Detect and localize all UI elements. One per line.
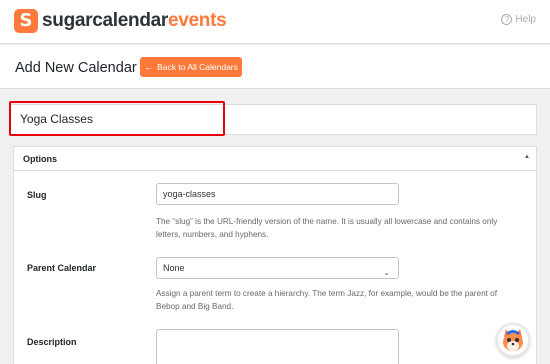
calendar-name-input[interactable]: Yoga Classes xyxy=(10,104,537,135)
top-bar: S sugarcalendarevents ? Help xyxy=(0,0,550,44)
brand-name-part2: events xyxy=(168,10,227,31)
logo-mark-letter: S xyxy=(19,10,33,31)
help-label: Help xyxy=(515,14,536,25)
question-circle-icon: ? xyxy=(501,14,513,25)
options-header[interactable]: Options ▲ xyxy=(14,147,536,171)
chevron-down-icon: ⌄ xyxy=(383,268,390,277)
parent-calendar-select[interactable]: None ⌄ xyxy=(156,257,399,279)
page-title: Add New Calendar xyxy=(15,60,137,76)
parent-calendar-selected: None xyxy=(163,263,185,273)
description-textarea[interactable] xyxy=(156,329,399,364)
back-to-all-calendars-button[interactable]: ← Back to All Calendars xyxy=(140,57,242,77)
parent-calendar-label: Parent Calendar xyxy=(27,263,97,273)
parent-hint-line1: Assign a parent term to create a hierarc… xyxy=(156,289,498,298)
slug-label: Slug xyxy=(27,190,47,200)
logo-mark-icon: S xyxy=(14,9,38,33)
brand-name-part1: sugarcalendar xyxy=(42,10,168,31)
parent-hint-line2: Bebop and Big Band. xyxy=(156,302,234,311)
brand-name: sugarcalendarevents xyxy=(42,9,227,33)
back-button-label: Back to All Calendars xyxy=(157,62,238,72)
brand-logo[interactable]: S sugarcalendarevents xyxy=(14,9,227,33)
fox-mascot-icon xyxy=(503,329,523,351)
description-label: Description xyxy=(27,337,77,347)
title-bar: Add New Calendar xyxy=(0,45,550,89)
slug-hint-line2: letters, numbers, and hyphens. xyxy=(156,230,269,239)
mascot-helper-icon[interactable] xyxy=(496,323,530,357)
options-title: Options xyxy=(23,154,57,164)
slug-hint-line1: The “slug” is the URL-friendly version o… xyxy=(156,217,498,226)
help-link[interactable]: ? Help xyxy=(501,14,536,25)
slug-input[interactable]: yoga-classes xyxy=(156,183,399,205)
collapse-arrow-icon[interactable]: ▲ xyxy=(524,154,530,160)
parent-calendar-hint: Assign a parent term to create a hierarc… xyxy=(156,287,536,313)
slug-hint: The “slug” is the URL-friendly version o… xyxy=(156,215,536,241)
options-panel: Options ▲ Slug yoga-classes The “slug” i… xyxy=(13,146,537,364)
arrow-left-icon: ← xyxy=(144,62,154,72)
